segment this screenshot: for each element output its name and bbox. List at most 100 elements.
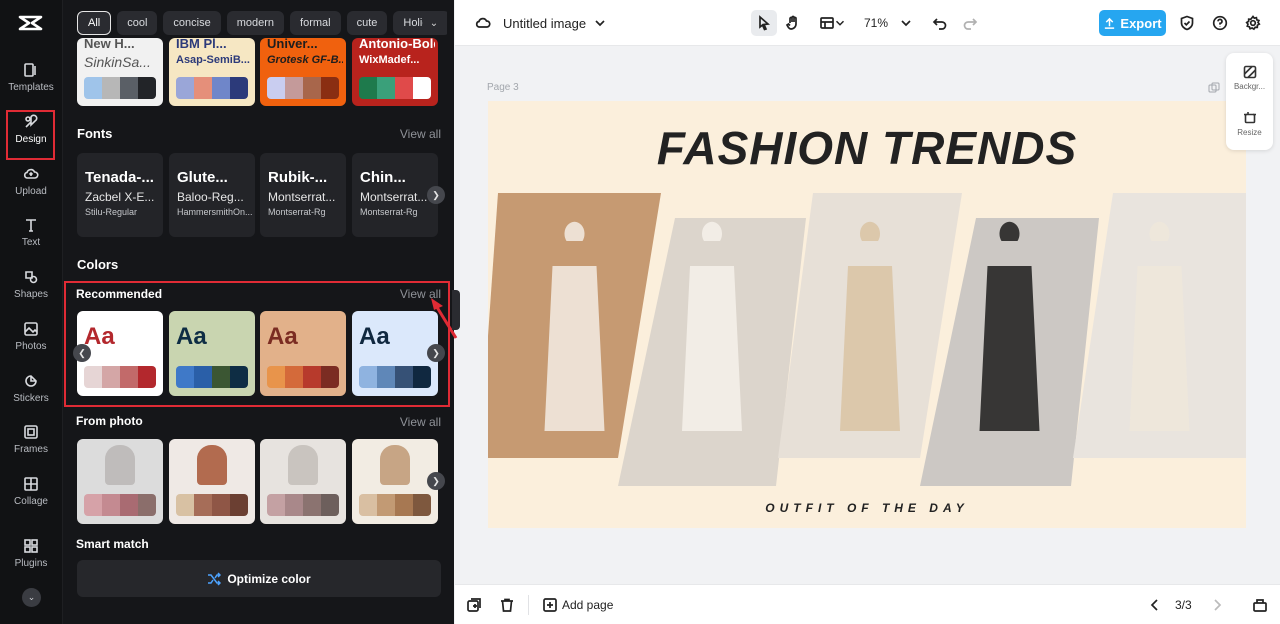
- settings-icon[interactable]: [1241, 11, 1265, 35]
- delete-page-icon[interactable]: [499, 597, 515, 613]
- filter-chip-all[interactable]: All: [77, 11, 112, 35]
- background-icon: [1243, 65, 1256, 79]
- rail-item-label: Text: [21, 236, 41, 248]
- font-card-heading: Tenada-...: [85, 169, 154, 186]
- color-swatch: [285, 494, 303, 516]
- rail-item-plugins[interactable]: Plugins: [5, 529, 57, 577]
- help-icon[interactable]: [1208, 11, 1232, 35]
- zoom-level[interactable]: 71%: [864, 16, 888, 30]
- theme-font-sub: WixMadef...: [359, 54, 420, 66]
- duplicate-page-icon[interactable]: [466, 597, 482, 613]
- recommended-prev-icon[interactable]: ❮: [73, 344, 91, 362]
- rail-item-text[interactable]: Text: [5, 208, 57, 256]
- page-manager-icon[interactable]: [1252, 597, 1268, 613]
- rail-item-frames[interactable]: Frames: [5, 415, 57, 463]
- rail-item-label: Design: [15, 133, 47, 145]
- theme-card[interactable]: Univer... Grotesk GF-B...: [260, 38, 346, 106]
- cloud-icon[interactable]: [471, 11, 495, 35]
- photo-palette-card[interactable]: [352, 439, 438, 524]
- photo-palette-card[interactable]: [77, 439, 163, 524]
- colors-title: Colors: [77, 257, 119, 272]
- theme-card[interactable]: IBM Pl... Asap-SemiB...: [169, 38, 255, 106]
- rail-item-collage[interactable]: Collage: [5, 467, 57, 515]
- recommended-next-icon[interactable]: ❯: [427, 344, 445, 362]
- resize-tool[interactable]: Resize: [1226, 111, 1273, 137]
- theme-font-sub: Asap-SemiB...: [176, 54, 250, 66]
- layout-dropdown-icon[interactable]: [833, 11, 847, 35]
- font-card[interactable]: Rubik-... Montserrat... Montserrat-Rg: [260, 153, 346, 237]
- rail-item-photos[interactable]: Photos: [5, 312, 57, 360]
- rail-item-shapes[interactable]: Shapes: [5, 260, 57, 308]
- page-copy-icon[interactable]: [1208, 82, 1220, 94]
- rail-item-stickers[interactable]: Stickers: [5, 364, 57, 412]
- theme-card[interactable]: Antonio-Bold WixMadef...: [352, 38, 438, 106]
- color-swatch: [194, 77, 212, 99]
- font-card-sub: Zacbel X-E...: [85, 190, 155, 204]
- add-page-button[interactable]: Add page: [562, 598, 613, 612]
- design-artboard[interactable]: FASHION TRENDS OUTFIT OF THE DAY: [488, 101, 1246, 528]
- color-swatch: [267, 366, 285, 388]
- rail-item-upload[interactable]: Upload: [5, 157, 57, 205]
- color-swatch: [138, 494, 156, 516]
- recommended-color-card[interactable]: Aa: [169, 311, 255, 396]
- color-swatch: [120, 494, 138, 516]
- document-title[interactable]: Untitled image: [503, 16, 586, 31]
- rail-item-design[interactable]: Design: [5, 105, 57, 153]
- photo-palette-card[interactable]: [260, 439, 346, 524]
- smart-match-title: Smart match: [76, 537, 149, 551]
- capcut-logo-icon[interactable]: [17, 12, 45, 34]
- font-card[interactable]: Chin... Montserrat... Montserrat-Rg: [352, 153, 438, 237]
- fonts-next-icon[interactable]: ❯: [427, 186, 445, 204]
- undo-icon[interactable]: [928, 11, 952, 35]
- filter-chip-concise[interactable]: concise: [163, 11, 221, 35]
- fonts-view-all-link[interactable]: View all: [400, 127, 441, 141]
- background-tool[interactable]: Backgr...: [1226, 65, 1273, 91]
- filter-chip-formal[interactable]: formal: [290, 11, 341, 35]
- filter-chips: All cool concise modern formal cute Holiday: [77, 11, 447, 35]
- prev-page-icon[interactable]: [1147, 597, 1163, 613]
- recommended-color-card[interactable]: Aa: [260, 311, 346, 396]
- filter-chip-modern[interactable]: modern: [226, 11, 285, 35]
- photo-palette-card[interactable]: [169, 439, 255, 524]
- font-card-sub: Baloo-Reg...: [177, 190, 244, 204]
- color-swatch: [267, 77, 285, 99]
- font-card-caption: HammersmithOn...: [177, 207, 253, 217]
- color-swatch: [395, 366, 413, 388]
- zoom-dropdown-icon[interactable]: [894, 11, 918, 35]
- subline-text[interactable]: OUTFIT OF THE DAY: [488, 501, 1246, 515]
- theme-font-heading: Univer...: [267, 38, 318, 51]
- color-swatch: [194, 366, 212, 388]
- from-photo-view-all-link[interactable]: View all: [400, 415, 441, 429]
- filter-chip-cool[interactable]: cool: [117, 11, 158, 35]
- shield-icon[interactable]: [1175, 11, 1199, 35]
- color-swatch: [84, 366, 102, 388]
- font-card[interactable]: Glute... Baloo-Reg... HammersmithOn...: [169, 153, 255, 237]
- next-page-icon[interactable]: [1209, 597, 1225, 613]
- theme-card[interactable]: New H... SinkinSa...: [77, 38, 163, 106]
- color-swatch: [176, 494, 194, 516]
- color-swatch: [176, 77, 194, 99]
- chips-more-icon[interactable]: ⌄: [423, 12, 445, 34]
- filter-chip-cute[interactable]: cute: [346, 11, 388, 35]
- title-dropdown-icon[interactable]: [588, 11, 612, 35]
- export-button[interactable]: Export: [1099, 10, 1166, 36]
- redo-icon[interactable]: [958, 11, 982, 35]
- add-page-icon[interactable]: [542, 597, 558, 613]
- recommended-color-card[interactable]: Aa: [352, 311, 438, 396]
- color-swatch: [377, 366, 395, 388]
- rail-expand-icon[interactable]: ⌄: [22, 588, 41, 607]
- rail-item-templates[interactable]: Templates: [5, 53, 57, 101]
- color-swatch: [303, 366, 321, 388]
- theme-font-heading: IBM Pl...: [176, 38, 227, 51]
- select-tool-icon[interactable]: [751, 10, 777, 36]
- font-card[interactable]: Tenada-... Zacbel X-E... Stilu-Regular: [77, 153, 163, 237]
- panel-collapse-handle[interactable]: [452, 290, 460, 330]
- photo-collage[interactable]: [488, 101, 1246, 528]
- hand-tool-icon[interactable]: [781, 11, 805, 35]
- shuffle-icon: [208, 571, 222, 586]
- swatch-row: [267, 77, 339, 99]
- design-panel: All cool concise modern formal cute Holiday ⌄ …: [63, 0, 458, 624]
- optimize-color-button[interactable]: Optimize color: [77, 560, 441, 597]
- from-photo-next-icon[interactable]: ❯: [427, 472, 445, 490]
- swatch-row: [176, 494, 248, 516]
